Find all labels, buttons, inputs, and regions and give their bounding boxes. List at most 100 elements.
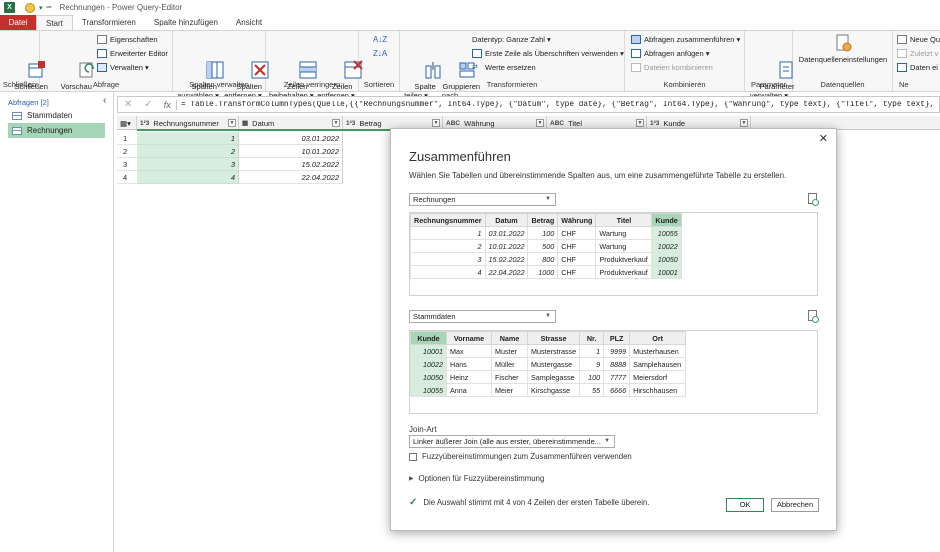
- queries-header[interactable]: Abfragen [2]: [8, 98, 49, 107]
- cell: Musterstrasse: [526, 344, 581, 358]
- cell: Anna: [446, 383, 492, 397]
- datatype-dropdown[interactable]: Datentyp: Ganze Zahl ▾: [472, 35, 551, 44]
- join-kind-select[interactable]: Linker äußerer Join (alle aus erster, üb…: [409, 435, 615, 448]
- tab-start[interactable]: Start: [36, 15, 73, 30]
- filter-dropdown-icon[interactable]: ▼: [432, 119, 440, 127]
- query-item-rechnungen[interactable]: Rechnungen: [8, 123, 105, 138]
- smiley-feedback-icon[interactable]: [25, 2, 35, 13]
- split-column-icon: [406, 51, 441, 79]
- merge-queries-icon: [631, 35, 641, 44]
- formula-input[interactable]: = Table.TransformColumnTypes(Quelle,{{"R…: [177, 101, 939, 109]
- cell: 100: [579, 370, 605, 384]
- cell-rechnungsnummer[interactable]: 4: [137, 171, 239, 184]
- tab-spalte-hinzufuegen[interactable]: Spalte hinzufügen: [145, 15, 227, 30]
- column-header[interactable]: Datum: [484, 213, 529, 227]
- cell: Hans: [446, 357, 492, 371]
- fuzzy-matching-checkbox[interactable]: [409, 452, 417, 461]
- enter-data-button[interactable]: Daten ei: [897, 63, 938, 72]
- cell-rechnungsnummer[interactable]: 2: [137, 145, 239, 158]
- group-label-sortieren: Sortieren: [363, 80, 395, 89]
- column-header-datum[interactable]: ▦ Datum ▼: [239, 116, 343, 130]
- advanced-editor-button[interactable]: Erweiterter Editor: [97, 49, 168, 58]
- data-source-settings-icon: [833, 33, 853, 53]
- ok-button[interactable]: OK: [726, 498, 764, 512]
- table-icon: [12, 111, 22, 120]
- column-header-selected[interactable]: Kunde: [410, 331, 447, 345]
- column-header-selected[interactable]: Kunde: [651, 213, 682, 227]
- query-item-stammdaten[interactable]: Stammdaten: [8, 108, 105, 123]
- append-queries-button[interactable]: Abfragen anfügen ▾: [631, 49, 710, 58]
- sort-descending-icon[interactable]: Z↓A: [373, 49, 387, 58]
- cell: Produktverkauf: [595, 265, 653, 279]
- fuzzy-options-expander[interactable]: ▶ Optionen für Fuzzyübereinstimmung: [409, 474, 544, 483]
- first-row-headers-button[interactable]: Erste Zeile als Überschriften verwenden …: [472, 49, 624, 58]
- row-number: 4: [117, 171, 137, 184]
- filter-dropdown-icon[interactable]: ▼: [332, 119, 340, 127]
- combine-files-button[interactable]: Dateien kombinieren: [631, 63, 713, 72]
- collapse-pane-icon[interactable]: ‹: [103, 95, 106, 106]
- cancel-button[interactable]: Abbrechen: [771, 498, 819, 512]
- filter-dropdown-icon[interactable]: ▼: [536, 119, 544, 127]
- group-kombinieren: Abfragen zusammenführen ▾ Abfragen anfüg…: [625, 31, 745, 91]
- cell: 10055: [410, 383, 447, 397]
- sort-ascending-icon[interactable]: A↓Z: [373, 35, 387, 44]
- column-header-rechnungsnummer[interactable]: 1²3 Rechnungsnummer ▼: [137, 116, 239, 130]
- merge-dialog: ✕ Zusammenführen Wählen Sie Tabellen und…: [390, 128, 837, 531]
- accept-formula-icon[interactable]: ✓: [138, 99, 158, 110]
- cell: 3: [410, 252, 486, 266]
- group-label-spalten-verwalten: Spalten verwalten: [189, 80, 249, 89]
- cell: 2: [410, 239, 486, 253]
- cell-datum[interactable]: 22.04.2022: [239, 171, 343, 184]
- close-icon[interactable]: ✕: [819, 132, 828, 145]
- column-header[interactable]: Ort: [629, 331, 687, 345]
- cell-datum[interactable]: 10.01.2022: [239, 145, 343, 158]
- cell: Hirschhausen: [629, 383, 687, 397]
- column-header[interactable]: Strasse: [526, 331, 581, 345]
- refresh-file-icon[interactable]: [808, 310, 819, 323]
- first-row-headers-icon: [472, 49, 482, 58]
- quick-access-dropdown-icon[interactable]: ▾: [39, 4, 43, 12]
- filter-dropdown-icon[interactable]: ▼: [228, 119, 236, 127]
- column-header[interactable]: PLZ: [603, 331, 631, 345]
- cell-rechnungsnummer[interactable]: 1: [137, 132, 239, 145]
- group-sortieren: A↓Z Z↓A Sortieren: [359, 31, 400, 91]
- merge-queries-button[interactable]: Abfragen zusammenführen ▾: [631, 35, 740, 44]
- column-header[interactable]: Währung: [557, 213, 597, 227]
- cell: 03.01.2022: [484, 226, 529, 240]
- dialog-title: Zusammenführen: [409, 149, 511, 164]
- advanced-editor-icon: [97, 49, 107, 58]
- cancel-formula-icon[interactable]: ✕: [118, 99, 138, 110]
- recent-sources-button[interactable]: Zuletzt v: [897, 49, 938, 58]
- cell: Max: [446, 344, 492, 358]
- filter-dropdown-icon[interactable]: ▼: [740, 119, 748, 127]
- tab-ansicht[interactable]: Ansicht: [227, 15, 271, 30]
- replace-values-button[interactable]: ⇄ Werte ersetzen: [472, 63, 536, 72]
- cell-datum[interactable]: 15.02.2022: [239, 158, 343, 171]
- cell: Meier: [491, 383, 528, 397]
- column-header[interactable]: Vorname: [446, 331, 492, 345]
- manage-query-dropdown[interactable]: Verwalten ▾: [97, 63, 149, 72]
- data-source-settings-button[interactable]: Datenquelleneinstellungen: [795, 33, 891, 64]
- fuzzy-matching-checkbox-row[interactable]: Fuzzyübereinstimmungen zum Zusammenführe…: [409, 452, 632, 461]
- customize-toolbar-icon[interactable]: ═: [47, 4, 52, 11]
- new-source-button[interactable]: Neue Qu: [897, 35, 940, 44]
- column-header[interactable]: Titel: [595, 213, 653, 227]
- column-header[interactable]: Nr.: [579, 331, 605, 345]
- properties-button[interactable]: Eigenschaften: [97, 35, 158, 44]
- refresh-file-icon[interactable]: [808, 193, 819, 206]
- fx-icon[interactable]: fx: [159, 99, 177, 110]
- keep-rows-icon: [281, 51, 317, 79]
- cell: CHF: [557, 226, 597, 240]
- cell-datum[interactable]: 03.01.2022: [239, 132, 343, 145]
- column-header[interactable]: Betrag: [527, 213, 559, 227]
- second-table-select[interactable]: Stammdaten ▼: [409, 310, 556, 323]
- table-menu-icon[interactable]: ▦▾: [117, 116, 137, 130]
- tab-datei[interactable]: Datei: [0, 15, 36, 30]
- column-header[interactable]: Rechnungsnummer: [410, 213, 486, 227]
- cell-rechnungsnummer[interactable]: 3: [137, 158, 239, 171]
- first-table-select[interactable]: Rechnungen ▼: [409, 193, 556, 206]
- tab-transformieren[interactable]: Transformieren: [73, 15, 145, 30]
- chevron-down-icon: ▼: [604, 438, 610, 444]
- filter-dropdown-icon[interactable]: ▼: [636, 119, 644, 127]
- column-header[interactable]: Name: [491, 331, 528, 345]
